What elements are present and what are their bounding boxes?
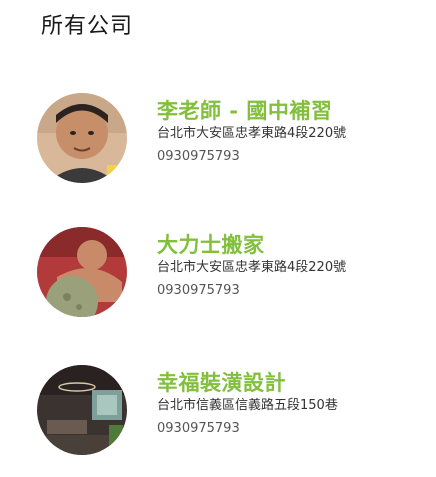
company-card-3[interactable]: 幸福裝潢設計 台北市信義區信義路五段150巷 0930975793 (37, 365, 397, 457)
portrait-photo-icon (37, 93, 127, 183)
company-phone: 0930975793 (157, 149, 240, 164)
interior-photo-icon (37, 365, 127, 455)
company-avatar[interactable] (37, 93, 127, 183)
company-address: 台北市信義區信義路五段150巷 (157, 398, 338, 413)
company-name[interactable]: 大力士搬家 (157, 231, 346, 259)
company-avatar[interactable] (37, 365, 127, 455)
company-card-2[interactable]: 大力士搬家 台北市大安區忠孝東路4段220號 0930975793 (37, 227, 397, 319)
company-phone: 0930975793 (157, 421, 240, 436)
company-name[interactable]: 幸福裝潢設計 (157, 369, 338, 397)
company-avatar[interactable] (37, 227, 127, 317)
company-name[interactable]: 李老師 - 國中補習 (157, 97, 346, 125)
company-address: 台北市大安區忠孝東路4段220號 (157, 126, 347, 141)
company-card-1[interactable]: 李老師 - 國中補習 台北市大安區忠孝東路4段220號 0930975793 (37, 93, 397, 185)
strongman-photo-icon (37, 227, 127, 317)
page-title: 所有公司 (41, 14, 134, 39)
company-phone: 0930975793 (157, 283, 240, 298)
company-address: 台北市大安區忠孝東路4段220號 (157, 260, 347, 275)
